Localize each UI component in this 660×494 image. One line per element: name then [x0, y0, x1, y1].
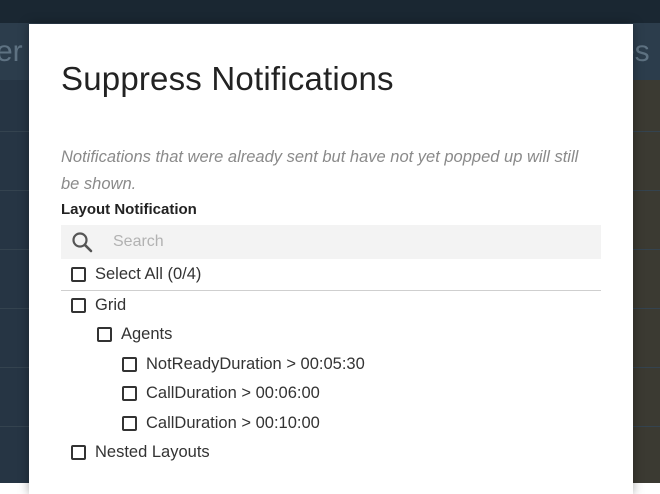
- tree-item-grid[interactable]: Grid: [61, 291, 601, 321]
- dialog-title: Suppress Notifications: [61, 60, 394, 97]
- search-icon: [72, 232, 93, 253]
- tree-item-label: Grid: [95, 295, 127, 314]
- tree-item-label: CallDuration > 00:06:00: [146, 384, 320, 403]
- suppress-notifications-dialog: Suppress Notifications Notifications tha…: [29, 24, 633, 494]
- background-left-panel: [0, 80, 30, 483]
- layout-tree: Select All (0/4) Grid Agents NotReadyDur…: [61, 260, 601, 468]
- tree-item-callduration-6min[interactable]: CallDuration > 00:06:00: [61, 379, 601, 409]
- background-header-fragment-left: er: [0, 35, 23, 68]
- checkbox-icon[interactable]: [71, 445, 86, 461]
- search-input[interactable]: [113, 229, 583, 255]
- section-label: Layout Notification: [61, 201, 197, 218]
- checkbox-icon[interactable]: [71, 297, 86, 313]
- checkbox-icon[interactable]: [122, 415, 137, 431]
- select-all-checkbox[interactable]: Select All (0/4): [61, 260, 601, 291]
- tree-item-label: NotReadyDuration > 00:05:30: [146, 354, 365, 373]
- checkbox-icon[interactable]: [97, 327, 112, 343]
- tree-item-label: Nested Layouts: [95, 443, 210, 462]
- checkbox-icon[interactable]: [122, 386, 137, 402]
- select-all-label: Select All (0/4): [95, 265, 202, 284]
- tree-item-nested-layouts[interactable]: Nested Layouts: [61, 438, 601, 468]
- background-right-panel: [632, 80, 660, 483]
- dialog-note: Notifications that were already sent but…: [61, 148, 579, 193]
- background-top-bar: [0, 0, 660, 23]
- tree-item-label: Agents: [121, 325, 173, 344]
- tree-item-notready-duration[interactable]: NotReadyDuration > 00:05:30: [61, 350, 601, 380]
- tree-item-agents[interactable]: Agents: [61, 320, 601, 350]
- tree-item-callduration-10min[interactable]: CallDuration > 00:10:00: [61, 409, 601, 439]
- tree-item-label: CallDuration > 00:10:00: [146, 413, 320, 432]
- checkbox-icon[interactable]: [122, 356, 137, 372]
- checkbox-icon[interactable]: [71, 267, 86, 283]
- search-bar: [61, 225, 601, 259]
